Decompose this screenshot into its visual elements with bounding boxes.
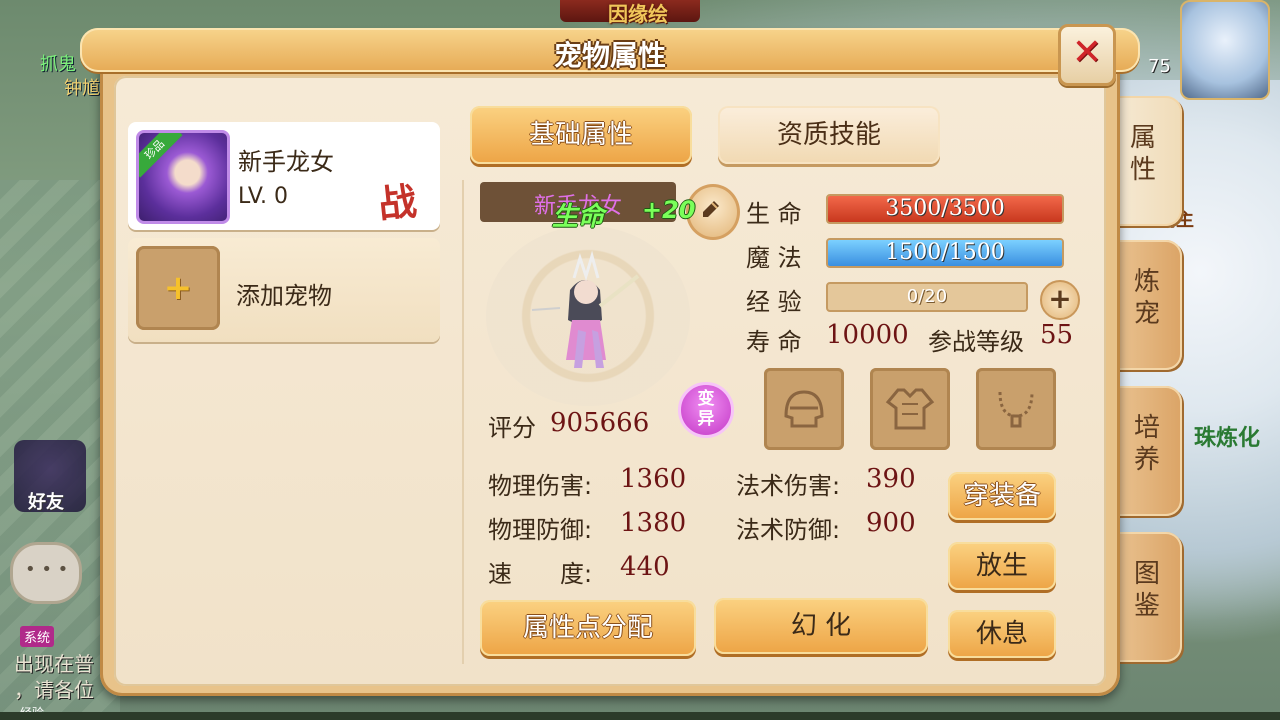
release-button[interactable]: 放生 (948, 542, 1056, 590)
add-exp-button[interactable]: + (1040, 280, 1080, 320)
floating-hp-text: 生命 (552, 202, 605, 232)
mp-bar: 1500/1500 (826, 238, 1064, 268)
chat-button[interactable] (10, 542, 82, 604)
phys-atk-label: 物理伤害: (488, 472, 593, 500)
tab-label: 属性 (1130, 123, 1157, 185)
helmet-icon (784, 390, 824, 428)
floating-hp-value: +20 (642, 196, 696, 224)
tab-label: 培养 (1134, 413, 1161, 475)
close-button[interactable]: ✕ (1058, 24, 1116, 86)
hp-label: 生 命 (746, 200, 802, 228)
column-divider (462, 180, 464, 664)
battle-level-label: 参战等级 (928, 328, 1024, 356)
magic-def-value: 900 (866, 508, 916, 538)
npc-label-ghost: 抓鬼 (40, 54, 76, 75)
battle-level-value: 55 (1040, 320, 1074, 350)
mutate-button[interactable]: 变异 (678, 382, 734, 438)
tab-label: 图鉴 (1134, 559, 1161, 621)
pet-model[interactable] (530, 250, 640, 380)
exp-bar-bottom (0, 712, 1280, 720)
armor-icon (885, 388, 935, 430)
lifespan-value: 10000 (826, 320, 909, 350)
close-icon: ✕ (1071, 32, 1103, 73)
pet-name: 新手龙女 (238, 148, 334, 176)
magic-def-label: 法术防御: (736, 516, 841, 544)
tab-label: 炼宠 (1134, 267, 1161, 329)
exp-label: 经 验 (746, 288, 802, 316)
add-pet-slot: + (136, 246, 220, 330)
rest-button[interactable]: 休息 (948, 610, 1056, 658)
pet-avatar: 珍品 (136, 130, 230, 224)
equip-button[interactable]: 穿装备 (948, 472, 1056, 520)
pet-list-item-selected[interactable]: 珍品 新手龙女 LV. 0 战 (128, 122, 440, 230)
npc-label-zhongkui: 钟馗 (64, 78, 100, 99)
allocate-points-button[interactable]: 属性点分配 (480, 600, 696, 656)
mp-value: 1500/1500 (885, 240, 1005, 265)
exp-value: 0/20 (906, 286, 948, 307)
rare-badge: 珍品 (139, 133, 183, 178)
chat-line: ，请各位 (14, 678, 94, 702)
tab-handbook[interactable]: 图鉴 (1112, 532, 1182, 662)
dialog-title: 宠物属性 (553, 39, 666, 72)
speed-label: 速 度: (488, 560, 593, 588)
player-avatar[interactable] (1180, 0, 1270, 100)
friend-label: 好友 (28, 492, 64, 513)
plus-icon: + (163, 268, 193, 308)
pet-level: LV. 0 (238, 184, 289, 209)
necklace-icon (998, 391, 1034, 428)
phys-atk-value: 1360 (620, 464, 687, 494)
add-pet-button[interactable]: + 添加宠物 (128, 238, 440, 342)
hp-bar: 3500/3500 (826, 194, 1064, 224)
tab-refine-pet[interactable]: 炼宠 (1112, 240, 1182, 370)
phys-def-label: 物理防御: (488, 516, 593, 544)
system-badge: 系统 (20, 626, 55, 647)
scene-hint-text: 珠炼化 (1193, 426, 1260, 451)
transform-button[interactable]: 幻 化 (714, 598, 928, 654)
tab-basic-attributes[interactable]: 基础属性 (470, 106, 692, 164)
tab-aptitude-skills[interactable]: 资质技能 (718, 106, 940, 164)
phys-def-value: 1380 (620, 508, 687, 538)
mutate-label: 变异 (697, 389, 715, 429)
hp-value: 3500/3500 (885, 196, 1005, 221)
score-value: 905666 (550, 408, 650, 438)
magic-atk-label: 法术伤害: (736, 472, 841, 500)
exp-bar: 0/20 (826, 282, 1028, 312)
equip-slot-armor[interactable] (870, 368, 950, 450)
event-banner-text: 因缘绘 (608, 2, 668, 26)
edit-icon (703, 201, 719, 217)
magic-atk-value: 390 (866, 464, 916, 494)
score-label: 评分 (488, 414, 536, 442)
battle-status-mark: 战 (376, 178, 419, 227)
lifespan-label: 寿 命 (746, 328, 802, 356)
player-level: 75 (1148, 56, 1171, 77)
tab-train[interactable]: 培养 (1112, 386, 1182, 516)
add-pet-label: 添加宠物 (236, 282, 332, 310)
speed-value: 440 (620, 552, 670, 582)
mp-label: 魔 法 (746, 244, 802, 272)
chat-line: 出现在普 (14, 652, 94, 676)
equip-slot-helmet[interactable] (764, 368, 844, 450)
equip-slot-necklace[interactable] (976, 368, 1056, 450)
